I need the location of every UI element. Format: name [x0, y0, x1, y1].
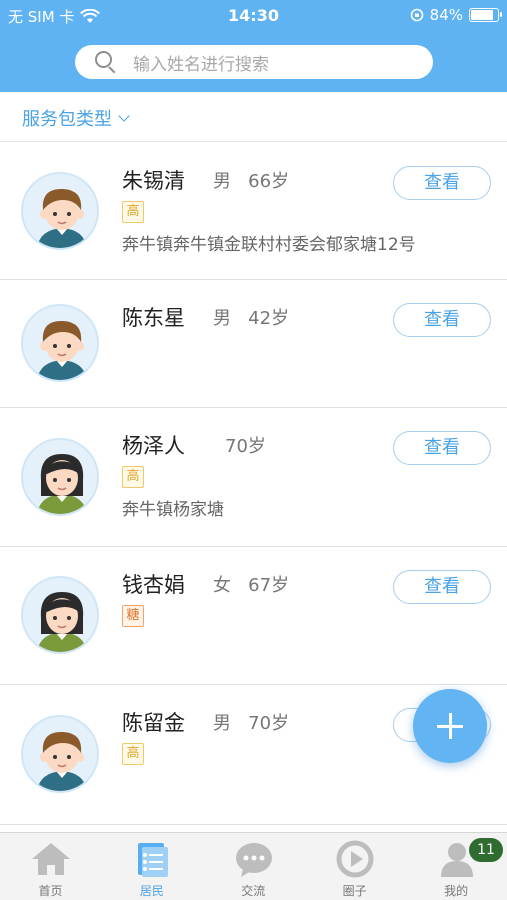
- resident-meta: 女 67岁: [213, 571, 289, 597]
- tab-label: 交流: [241, 884, 266, 898]
- resident-name: 陈留金: [122, 711, 185, 735]
- health-tag: 高: [122, 201, 144, 223]
- resident-gender: 男: [213, 713, 231, 734]
- resident-meta: 70岁: [225, 432, 266, 458]
- list-item[interactable]: 陈东星 男 42岁 查看: [0, 280, 507, 408]
- view-button[interactable]: 查看: [393, 303, 491, 337]
- tab-circle[interactable]: 圈子: [304, 833, 405, 900]
- search-icon: [95, 51, 117, 74]
- service-package-filter[interactable]: 服务包类型: [22, 105, 130, 131]
- circle-icon: [334, 839, 376, 879]
- home-icon: [30, 839, 72, 879]
- boy-avatar: [21, 304, 99, 382]
- notification-badge: 11: [469, 838, 503, 862]
- tab-chat[interactable]: 交流: [203, 833, 304, 900]
- resident-age: 70岁: [225, 436, 266, 457]
- rotation-lock-icon: [410, 8, 423, 22]
- view-button[interactable]: 查看: [393, 570, 491, 604]
- tab-label: 首页: [38, 884, 63, 898]
- tab-label: 圈子: [342, 884, 367, 898]
- tab-bar: 首页 居民 交流 圈子 我的: [0, 832, 507, 900]
- tab-label: 居民: [139, 884, 164, 898]
- health-tag: 高: [122, 466, 144, 488]
- boy-avatar: [21, 172, 99, 250]
- girl-avatar: [21, 576, 99, 654]
- battery-percent: 84%: [429, 6, 463, 24]
- resident-name: 钱杏娟: [122, 573, 185, 597]
- chat-icon: [233, 839, 275, 879]
- girl-avatar: [21, 438, 99, 516]
- resident-gender: 女: [213, 575, 231, 596]
- filter-bar: 服务包类型: [0, 92, 507, 142]
- resident-age: 67岁: [248, 575, 290, 596]
- resident-name: 杨泽人: [122, 434, 185, 458]
- header: 无 SIM 卡 14:30 84% 输入姓名进行搜索: [0, 0, 507, 92]
- tab-home[interactable]: 首页: [0, 833, 101, 900]
- chevron-down-icon: [118, 110, 130, 122]
- health-tag: 糖: [122, 605, 144, 627]
- resident-age: 70岁: [248, 713, 290, 734]
- battery-icon: [469, 8, 502, 22]
- view-button[interactable]: 查看: [393, 431, 491, 465]
- resident-name: 朱锡清: [122, 169, 185, 193]
- view-button[interactable]: 查看: [393, 166, 491, 200]
- list-item[interactable]: 杨泽人 70岁高奔牛镇杨家塘 查看: [0, 408, 507, 547]
- tab-residents[interactable]: 居民: [101, 833, 202, 900]
- resident-gender: 男: [213, 308, 231, 329]
- resident-meta: 男 42岁: [213, 304, 289, 330]
- search-input[interactable]: 输入姓名进行搜索: [75, 45, 433, 79]
- list-item[interactable]: 钱杏娟 女 67岁糖 查看: [0, 547, 507, 685]
- boy-avatar: [21, 715, 99, 793]
- filter-label: 服务包类型: [22, 109, 112, 130]
- residents-icon: [131, 839, 173, 879]
- tab-label: 我的: [444, 884, 469, 898]
- resident-meta: 男 70岁: [213, 709, 289, 735]
- resident-meta: 男 66岁: [213, 167, 289, 193]
- resident-age: 66岁: [248, 171, 290, 192]
- status-bar: 无 SIM 卡 14:30 84%: [0, 0, 507, 30]
- list-item[interactable]: 朱锡清 男 66岁高奔牛镇奔牛镇金联村村委会郁家塘12号 查看: [0, 143, 507, 280]
- resident-gender: 男: [213, 171, 231, 192]
- resident-age: 42岁: [248, 308, 290, 329]
- add-button[interactable]: [413, 689, 487, 763]
- search-placeholder: 输入姓名进行搜索: [133, 54, 269, 75]
- resident-name: 陈东星: [122, 306, 185, 330]
- resident-address: 奔牛镇奔牛镇金联村村委会郁家塘12号: [122, 235, 416, 255]
- health-tag: 高: [122, 743, 144, 765]
- resident-address: 奔牛镇杨家塘: [122, 500, 224, 520]
